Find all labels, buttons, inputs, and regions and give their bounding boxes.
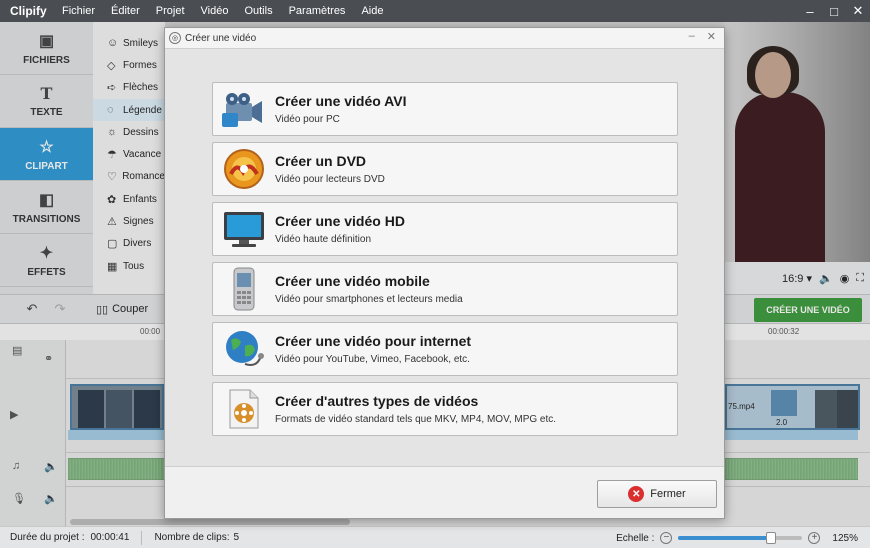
option-title: Créer d'autres types de vidéos [275,393,479,409]
maximize-button[interactable]: □ [822,0,846,22]
option-title: Créer une vidéo HD [275,213,405,229]
option-title: Créer une vidéo pour internet [275,333,472,349]
video-file-icon [213,382,275,436]
option-description: Vidéo pour smartphones et lecteurs media [275,294,463,305]
option-dvd[interactable]: Créer un DVD Vidéo pour lecteurs DVD [212,142,678,196]
dialog-window-controls: – ✕ [689,30,716,43]
option-description: Vidéo pour lecteurs DVD [275,174,385,185]
option-avi[interactable]: Créer une vidéo AVI Vidéo pour PC [212,82,678,136]
option-title: Créer un DVD [275,153,367,169]
menu-aide[interactable]: Aide [361,5,383,17]
close-window-button[interactable]: ✕ [846,0,870,22]
zoom-in-icon[interactable]: + [808,532,821,544]
close-circle-icon: ✕ [628,486,645,502]
clips-count-label: Nombre de clips: [154,532,230,543]
dialog-minimize-button[interactable]: – [689,30,695,43]
menu-projet[interactable]: Projet [156,5,185,17]
dialog-titlebar: ◎ Créer une vidéo – ✕ [165,28,724,48]
scale-value: 125% [832,532,858,544]
menu-fichier[interactable]: Fichier [62,5,95,17]
zoom-slider-fill [678,536,772,540]
option-mobile[interactable]: Créer une vidéo mobile Vidéo pour smartp… [212,262,678,316]
option-title: Créer une vidéo mobile [275,273,430,289]
dialog-body: Créer une vidéo AVI Vidéo pour PC Créer … [165,48,724,467]
option-title: Créer une vidéo AVI [275,93,407,109]
zoom-slider-handle[interactable] [766,532,777,544]
clips-count-value: 5 [233,532,240,543]
status-separator [141,530,143,545]
option-description: Vidéo haute définition [275,234,372,245]
dialog-close-button[interactable]: ✕ [707,30,716,43]
app-logo: Clipify [10,4,47,18]
close-button[interactable]: ✕ Fermer [597,480,717,508]
option-other-formats[interactable]: Créer d'autres types de vidéos Formats d… [212,382,678,436]
menu-outils[interactable]: Outils [244,5,272,17]
tv-monitor-icon [213,202,275,256]
create-video-dialog: ◎ Créer une vidéo – ✕ Créer une vidéo AV… [164,27,725,519]
window-controls: – □ ✕ [798,0,870,22]
mobile-phone-icon [213,262,275,316]
duration-value: 00:00:41 [90,532,130,543]
zoom-out-icon[interactable]: − [660,532,673,544]
zoom-control: Echelle : − + 125% [616,527,858,548]
dialog-title: Créer une vidéo [185,32,257,44]
status-bar: Durée du projet : 00:00:41 Nombre de cli… [0,526,870,548]
close-label: Fermer [650,488,686,500]
option-description: Vidéo pour YouTube, Vimeo, Facebook, etc… [275,354,470,365]
menu-editer[interactable]: Éditer [111,5,140,17]
duration-label: Durée du projet : [10,532,85,543]
scale-label: Echelle : [616,532,655,544]
option-description: Vidéo pour PC [275,114,340,125]
zoom-slider[interactable] [678,532,803,544]
app-icon: ◎ [169,32,181,44]
globe-icon [213,322,275,376]
menu-bar: Clipify Fichier Éditer Projet Vidéo Outi… [0,0,870,22]
menu-parametres[interactable]: Paramètres [289,5,346,17]
option-description: Formats de vidéo standard tels que MKV, … [275,414,557,425]
minimize-button[interactable]: – [798,0,822,22]
option-internet[interactable]: Créer une vidéo pour internet Vidéo pour… [212,322,678,376]
menu-video[interactable]: Vidéo [201,5,229,17]
option-hd[interactable]: Créer une vidéo HD Vidéo haute définitio… [212,202,678,256]
dvd-icon [213,142,275,196]
film-reel-icon [213,82,275,136]
